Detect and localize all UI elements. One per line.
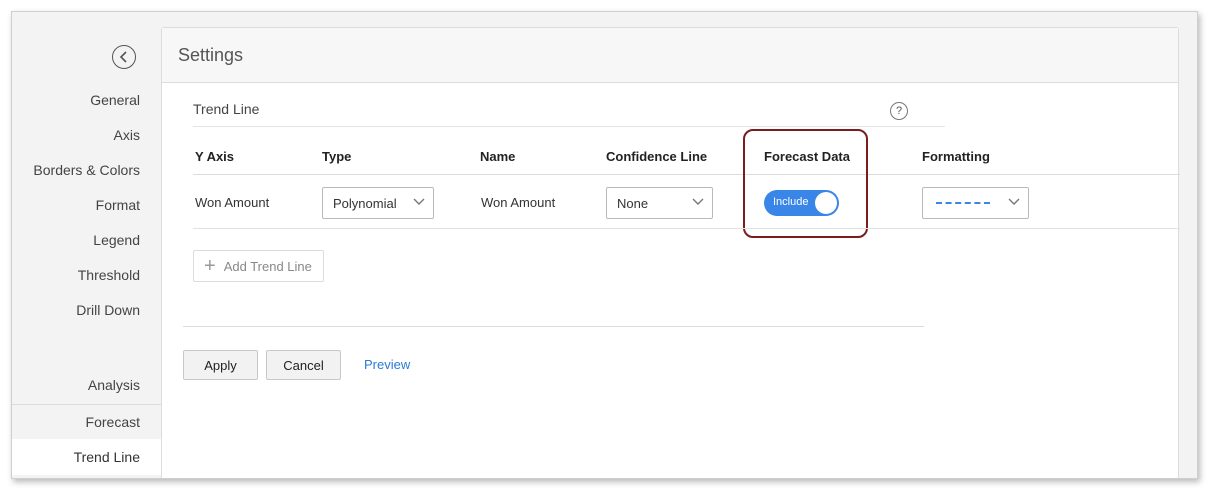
sidebar-item-general[interactable]: General [90,92,140,108]
divider [193,228,1180,229]
divider [193,174,1180,175]
column-header-formatting: Formatting [922,149,990,164]
add-trend-line-label: Add Trend Line [223,258,312,274]
cancel-button[interactable]: Cancel [266,350,341,380]
column-header-forecast-data: Forecast Data [764,149,850,164]
section-title: Trend Line [193,101,260,117]
settings-window: General Axis Borders & Colors Format Leg… [11,11,1198,479]
sidebar: General Axis Borders & Colors Format Leg… [12,12,161,478]
type-select[interactable]: Polynomial [322,187,434,219]
sidebar-item-analysis[interactable]: Analysis [88,377,140,393]
y-axis-value: Won Amount [195,195,270,210]
divider [183,326,924,327]
name-value[interactable]: Won Amount [481,195,555,210]
page-title: Settings [162,28,1178,83]
apply-button[interactable]: Apply [183,350,258,380]
help-icon[interactable]: ? [890,102,908,120]
toggle-knob [815,192,837,214]
add-trend-line-button[interactable]: + Add Trend Line [193,250,324,282]
type-select-value: Polynomial [333,195,397,211]
column-header-name: Name [480,149,516,164]
chevron-down-icon [413,198,425,205]
settings-panel: Settings Trend Line ? Y Axis Type Name C… [161,27,1180,478]
dashed-line-style-icon [936,202,990,204]
sidebar-item-drill-down[interactable]: Drill Down [76,302,140,318]
chevron-left-icon [119,51,127,63]
confidence-line-select-value: None [617,195,649,211]
sidebar-item-borders-colors[interactable]: Borders & Colors [33,162,140,178]
sidebar-item-legend[interactable]: Legend [93,232,140,248]
column-header-confidence-line: Confidence Line [606,149,708,164]
highlight-box [743,129,868,238]
sidebar-item-axis[interactable]: Axis [114,127,140,143]
column-header-type: Type [322,149,352,164]
sidebar-item-format[interactable]: Format [96,197,140,213]
plus-icon: + [204,255,216,277]
confidence-line-select[interactable]: None [606,187,713,219]
sidebar-item-trend-line[interactable]: Trend Line [12,439,161,475]
back-button[interactable] [112,45,136,69]
chevron-down-icon [692,198,704,205]
chevron-down-icon [1008,198,1020,205]
divider [193,126,945,127]
column-header-y-axis: Y Axis [195,149,235,164]
forecast-data-toggle[interactable]: Include [764,190,839,216]
sidebar-item-threshold[interactable]: Threshold [78,267,140,283]
preview-link[interactable]: Preview [364,357,410,372]
sidebar-item-forecast[interactable]: Forecast [12,404,161,439]
formatting-select[interactable] [922,187,1029,219]
toggle-label: Include [773,196,809,208]
